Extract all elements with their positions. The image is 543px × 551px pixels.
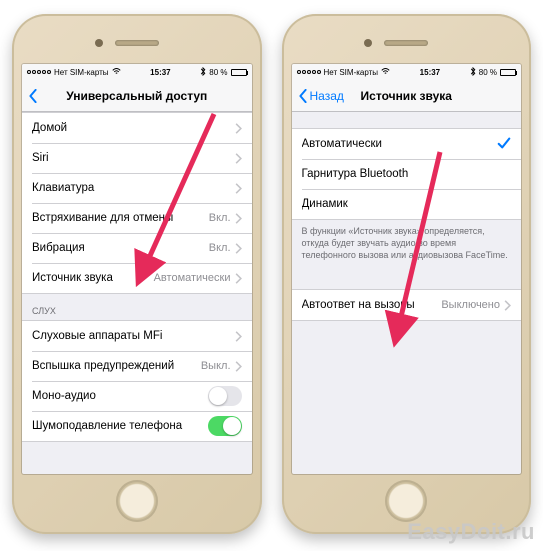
toggle-switch[interactable] — [208, 416, 242, 436]
row-label: Клавиатура — [32, 182, 235, 194]
page-title: Источник звука — [292, 89, 522, 103]
speaker-slot — [115, 40, 159, 46]
content-left: Домой Siri Клавиатура Встряхивание для отме… — [22, 112, 252, 474]
list-item[interactable]: Встряхивание для отменыВкл. — [22, 203, 252, 233]
row-value: Вкл. — [209, 212, 231, 224]
list-item[interactable]: Вспышка предупрежденийВыкл. — [22, 351, 252, 381]
chevron-right-icon — [235, 123, 242, 134]
list-group-1: Домой Siri Клавиатура Встряхивание для отме… — [22, 112, 252, 294]
row-label: Шумоподавление телефона — [32, 420, 208, 432]
row-label: Автоответ на вызовы — [302, 299, 442, 311]
row-label: Вибрация — [32, 242, 209, 254]
battery-pct-label: 80 % — [479, 68, 497, 77]
list-item[interactable]: Клавиатура — [22, 173, 252, 203]
list-group-2: Слуховые аппараты MFi Вспышка предупрежде… — [22, 320, 252, 442]
row-value: Выкл. — [201, 360, 231, 372]
option-row[interactable]: Гарнитура Bluetooth — [292, 159, 522, 189]
screen-right: Нет SIM-карты 15:37 80 % Наза — [292, 64, 522, 474]
row-value: Автоматически — [154, 272, 231, 284]
navbar: Универсальный доступ — [22, 80, 252, 112]
list-item[interactable]: Слуховые аппараты MFi — [22, 321, 252, 351]
chevron-right-icon — [235, 153, 242, 164]
home-button[interactable] — [385, 480, 427, 522]
signal-icon — [27, 70, 51, 74]
checkmark-icon — [497, 136, 511, 153]
footer-text: В функции «Источник звука» определяется,… — [292, 220, 522, 261]
row-label: Автоматически — [302, 138, 498, 150]
bluetooth-icon — [200, 67, 206, 78]
content-right: АвтоматическиГарнитура BluetoothДинамик … — [292, 112, 522, 474]
row-label: Динамик — [302, 198, 512, 210]
phone-right: Нет SIM-карты 15:37 80 % Наза — [282, 14, 532, 534]
row-label: Моно-аудио — [32, 390, 208, 402]
clock-label: 15:37 — [420, 68, 440, 77]
carrier-label: Нет SIM-карты — [54, 68, 109, 77]
status-bar: Нет SIM-карты 15:37 80 % — [22, 64, 252, 80]
row-label: Гарнитура Bluetooth — [302, 168, 512, 180]
list-item[interactable]: Моно-аудио — [22, 381, 252, 411]
battery-pct-label: 80 % — [209, 68, 227, 77]
option-row[interactable]: Автоматически — [292, 129, 522, 159]
bluetooth-icon — [470, 67, 476, 78]
clock-label: 15:37 — [150, 68, 170, 77]
section-header: СЛУХ — [22, 294, 252, 320]
list-item[interactable]: Автоответ на вызовыВыключено — [292, 290, 522, 320]
list-group-2: Автоответ на вызовыВыключено — [292, 289, 522, 321]
battery-icon — [231, 69, 247, 76]
row-label: Слуховые аппараты MFi — [32, 330, 235, 342]
chevron-right-icon — [235, 331, 242, 342]
wifi-icon — [381, 68, 390, 77]
list-item[interactable]: Шумоподавление телефона — [22, 411, 252, 441]
row-label: Вспышка предупреждений — [32, 360, 201, 372]
watermark: EasyDoit.ru — [407, 519, 535, 545]
screen-left: Нет SIM-карты 15:37 80 % — [22, 64, 252, 474]
list-item[interactable]: Siri — [22, 143, 252, 173]
list-item[interactable]: Домой — [22, 113, 252, 143]
navbar: Назад Источник звука — [292, 80, 522, 112]
speaker-slot — [384, 40, 428, 46]
chevron-right-icon — [235, 213, 242, 224]
camera-dot — [95, 39, 103, 47]
page-title: Универсальный доступ — [22, 89, 252, 103]
row-label: Встряхивание для отмены — [32, 212, 209, 224]
wifi-icon — [112, 68, 121, 77]
phone-left: Нет SIM-карты 15:37 80 % — [12, 14, 262, 534]
option-row[interactable]: Динамик — [292, 189, 522, 219]
battery-icon — [500, 69, 516, 76]
list-item[interactable]: Источник звукаАвтоматически — [22, 263, 252, 293]
chevron-right-icon — [235, 361, 242, 372]
camera-dot — [364, 39, 372, 47]
signal-icon — [297, 70, 321, 74]
row-value: Выключено — [441, 299, 500, 311]
home-button[interactable] — [116, 480, 158, 522]
status-bar: Нет SIM-карты 15:37 80 % — [292, 64, 522, 80]
row-label: Домой — [32, 122, 235, 134]
row-value: Вкл. — [209, 242, 231, 254]
chevron-right-icon — [235, 273, 242, 284]
row-label: Источник звука — [32, 272, 154, 284]
chevron-right-icon — [235, 183, 242, 194]
list-item[interactable]: ВибрацияВкл. — [22, 233, 252, 263]
row-label: Siri — [32, 152, 235, 164]
chevron-right-icon — [504, 300, 511, 311]
chevron-right-icon — [235, 243, 242, 254]
carrier-label: Нет SIM-карты — [324, 68, 379, 77]
options-group: Автоматически Гарнитура Bluetooth Динамик — [292, 128, 522, 220]
toggle-switch[interactable] — [208, 386, 242, 406]
